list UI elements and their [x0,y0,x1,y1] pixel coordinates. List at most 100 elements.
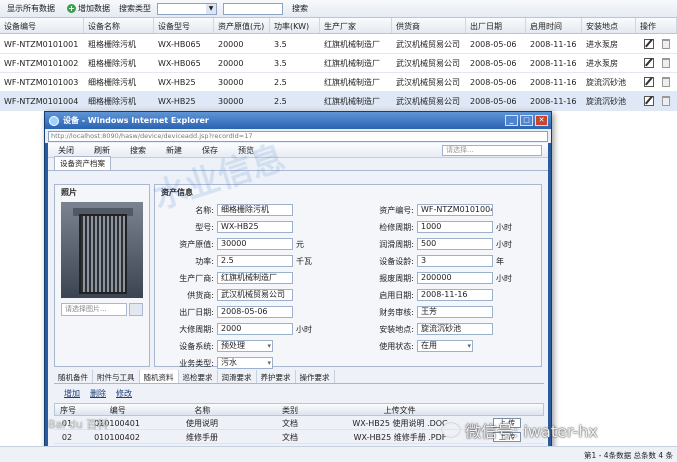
field-input[interactable]: 200000 [417,272,493,284]
edit-icon[interactable] [644,58,654,68]
field-input[interactable]: 2008-05-06 [217,306,293,318]
table-cell: 粗格栅除污机 [88,39,136,49]
browse-button[interactable] [129,303,143,316]
maximize-icon[interactable]: □ [520,115,533,126]
edit-icon[interactable] [644,39,654,49]
trash-icon[interactable] [662,96,670,106]
table-cell: 20000 [218,58,244,68]
show-all-button[interactable]: 显示所有数据 [4,2,58,15]
close-icon[interactable]: ✕ [535,115,548,126]
table-row[interactable]: WF-NTZM0101004 细格栅除污机 WX-HB25 30000 2.5 红旗机械制… [0,92,677,111]
field-input[interactable]: 旋流沉砂池 [417,323,493,335]
field-input[interactable]: 500 [417,238,493,250]
tool-button[interactable]: 关闭 [58,145,74,156]
tool-button[interactable]: 预览 [238,145,254,156]
attachment-cell: 文档 [282,432,298,442]
form-tabbar: 设备资产档案 [48,156,548,171]
detail-tab[interactable]: 随机备件 [54,370,93,383]
field-input[interactable]: 王芳 [417,306,493,318]
status-bar: 第1 - 4条数据 总条数 4 条 [0,446,677,462]
field-input[interactable]: 污水 [217,357,273,369]
grid-column-header[interactable]: 供货商 [392,18,466,33]
detail-tool-link[interactable]: 修改 [116,388,132,399]
table-row[interactable]: WF-NTZM0101001 粗格栅除污机 WX-HB065 20000 3.5 红旗机械… [0,35,677,54]
table-cell: 粗格栅除污机 [88,58,136,68]
form-field: 供货商: 武汉机械贸易公司 [161,288,293,302]
detail-tab[interactable]: 养护要求 [257,370,296,383]
table-cell: 2008-11-16 [530,58,577,68]
tool-button[interactable]: 刷新 [94,145,110,156]
field-input[interactable]: 红旗机械制造厂 [217,272,293,284]
table-cell: 红旗机械制造厂 [324,96,380,106]
detail-toolbar: 增加 删除 修改 [54,386,544,400]
form-field: 型号: WX-HB25 [161,220,293,234]
field-label: 供货商: [187,290,214,300]
search-select[interactable]: 请选择... [442,145,542,156]
detail-tab[interactable]: 附件与工具 [93,370,140,383]
wechat-watermark: 微信号: iwater-hx [442,418,598,442]
detail-tool-link[interactable]: 删除 [90,388,106,399]
grid-column-header[interactable]: 资产原值(元) [214,18,270,33]
detail-tab[interactable]: 随机资料 [139,370,179,383]
field-input[interactable]: 预处理 [217,340,273,352]
grid-column-header[interactable]: 操作 [636,18,677,33]
table-cell: 2008-11-16 [530,39,577,49]
tool-button[interactable]: 保存 [202,145,218,156]
table-cell: 细格栅除污机 [88,96,136,106]
table-cell: 20000 [218,39,244,49]
trash-icon[interactable] [662,58,670,68]
url-field[interactable]: http://localhost:8090/hasw/device/device… [48,130,548,142]
asset-info-panel: 资产信息 名称: 细格栅除污机 型号: WX-HB25 资产原值: 30000 元功率: 2.… [154,184,542,369]
field-input[interactable]: 细格栅除污机 [217,204,293,216]
grid-column-header[interactable]: 启用时间 [526,18,582,33]
grid-column-header[interactable]: 功率(KW) [270,18,320,33]
field-input[interactable]: WX-HB25 [217,221,293,233]
grid-column-header[interactable]: 安装地点 [582,18,636,33]
field-input[interactable]: 3 [417,255,493,267]
trash-icon[interactable] [662,39,670,49]
ie-address-bar: http://localhost:8090/hasw/device/device… [45,129,551,143]
field-input[interactable]: 武汉机械贸易公司 [217,289,293,301]
grid-column-header[interactable]: 出厂日期 [466,18,526,33]
table-row[interactable]: WF-NTZM0101003 细格栅除污机 WX-HB25 30000 2.5 红旗机械制… [0,73,677,92]
table-cell: 2008-11-16 [530,77,577,87]
trash-icon[interactable] [662,77,670,87]
attachment-column-header: 序号 [59,406,76,415]
form-field: 启用日期: 2008-11-16 [361,288,493,302]
search-input[interactable] [223,2,283,15]
grid-column-header[interactable]: 生产厂家 [320,18,392,33]
tool-button[interactable]: 搜索 [130,145,146,156]
field-input[interactable]: 在用 [417,340,473,352]
search-button[interactable]: 搜索 [289,2,311,15]
table-row[interactable]: WF-NTZM0101002 粗格栅除污机 WX-HB065 20000 3.5 红旗机械… [0,54,677,73]
status-text: 第1 - 4条数据 总条数 4 条 [584,451,673,460]
detail-tab[interactable]: 操作要求 [296,370,335,383]
form-field: 设备设龄: 3 年 [361,254,504,268]
field-input[interactable]: 1000 [417,221,493,233]
ie-titlebar[interactable]: 设备 - Windows Internet Explorer _ □ ✕ [45,112,551,129]
field-input[interactable]: 30000 [217,238,293,250]
field-label: 检修周期: [379,222,414,232]
edit-icon[interactable] [644,77,654,87]
field-input[interactable]: 2.5 [217,255,293,267]
field-unit: 小时 [496,222,512,232]
grid-header: 设备编号 设备名称 设备型号 资产原值(元) 功率(KW) 生产厂家 供货商 出厂日期 启用时间… [0,18,677,34]
tab-asset-record[interactable]: 设备资产档案 [54,156,111,170]
minimize-icon[interactable]: _ [505,115,518,126]
grid-column-header[interactable]: 设备型号 [154,18,214,33]
detail-tab[interactable]: 巡检要求 [179,370,218,383]
grid-column-header[interactable]: 设备名称 [84,18,154,33]
field-input[interactable]: WF-NTZM0101004 [417,204,493,216]
add-data-button[interactable]: + 增加数据 [64,2,113,15]
tool-button[interactable]: 新建 [166,145,182,156]
edit-icon[interactable] [644,96,654,106]
detail-tool-link[interactable]: 增加 [64,388,80,399]
detail-tab[interactable]: 润滑要求 [218,370,257,383]
grid-column-header[interactable]: 设备编号 [0,18,84,33]
field-input[interactable]: 2000 [217,323,293,335]
field-input[interactable]: 2008-11-16 [417,289,493,301]
photo-file-input[interactable]: 请选择图片... [61,303,127,316]
attachment-cell: 文档 [282,418,298,428]
plus-icon: + [67,4,76,13]
search-type-select[interactable]: ▼ [157,2,217,15]
